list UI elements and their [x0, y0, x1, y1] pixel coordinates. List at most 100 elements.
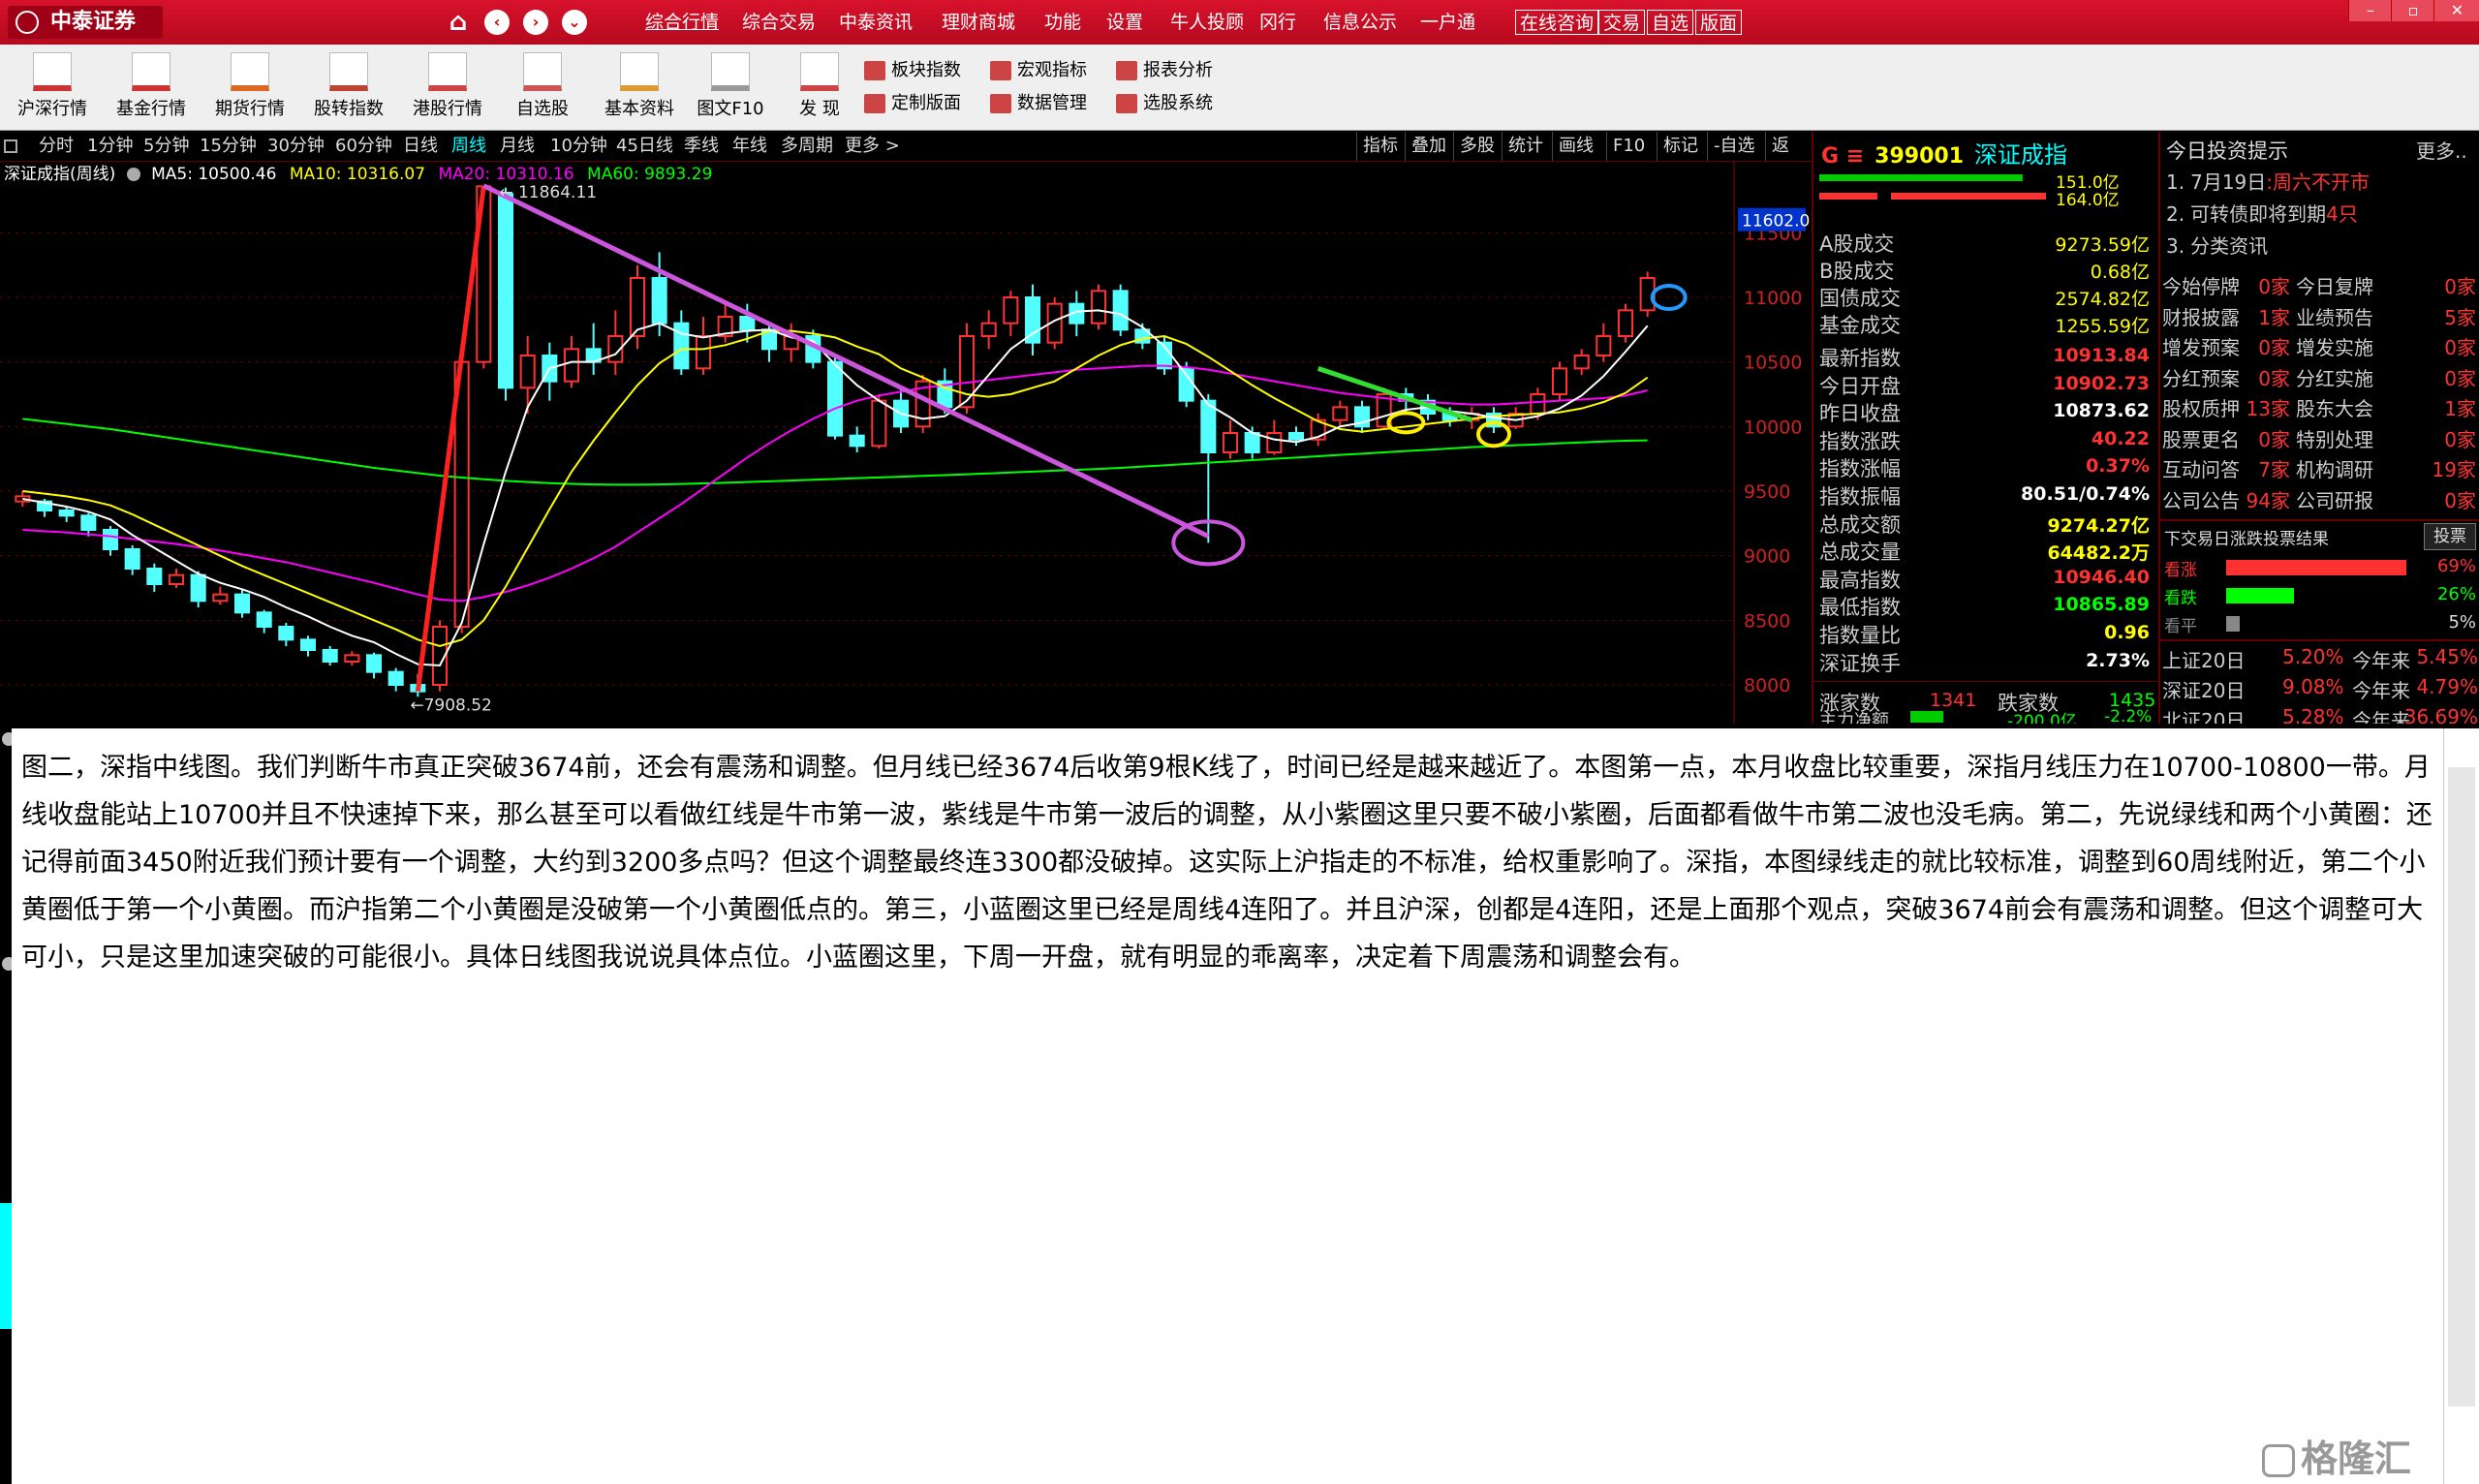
menu-button-3[interactable]: 版面 — [1695, 10, 1743, 35]
event-row[interactable]: 股票更名 0家 特别处理 0家 — [2160, 422, 2479, 451]
chart-tool-tab-7[interactable]: -自选 — [1707, 132, 1761, 161]
menu-button-1[interactable]: 交易 — [1598, 10, 1646, 35]
menu-item-4[interactable]: 功能 — [1044, 0, 1081, 45]
menu-item-2[interactable]: 中泰资讯 — [839, 0, 913, 45]
scrollbar[interactable] — [2443, 728, 2479, 1484]
capital-row: 主力净额 -200.0亿 -2.2% — [1813, 709, 2157, 724]
stat-value: 40.22 — [2091, 427, 2150, 449]
event-row[interactable]: 增发预案 0家 增发实施 0家 — [2160, 330, 2479, 359]
tip-number: 1. — [2166, 170, 2185, 194]
period-tab-1[interactable]: 1分钟 — [87, 132, 133, 161]
toolbar-button-1[interactable]: 基金行情 — [107, 48, 196, 128]
menu-item-5[interactable]: 设置 — [1106, 0, 1143, 45]
stat-row: 深证换手 2.73% — [1813, 648, 2157, 675]
vote-button[interactable]: 投票 — [2424, 523, 2476, 550]
stat-value: 80.51/0.74% — [2021, 483, 2150, 505]
menu-item-0[interactable]: 综合行情 — [645, 0, 719, 45]
event-count: 7家 — [2258, 458, 2290, 481]
period-tab-3[interactable]: 15分钟 — [200, 132, 257, 161]
chart-tool-tab-4[interactable]: 画线 — [1552, 132, 1599, 161]
period-tab-13[interactable]: 多周期 — [781, 132, 833, 161]
chart-tool-tab-8[interactable]: 返回 — [1765, 132, 1812, 185]
panel-toggle-icon[interactable] — [4, 139, 17, 153]
y-tick-label: 9500 — [1744, 481, 1790, 503]
toolbar-small-button-2[interactable]: 宏观指标 — [988, 56, 1087, 85]
toolbar-button-0[interactable]: 沪深行情 — [8, 48, 97, 128]
index-period-label: 今年来 — [2352, 679, 2410, 702]
settings-icon[interactable] — [126, 168, 140, 181]
vote-row: 看涨 69% — [2160, 554, 2479, 581]
event-row[interactable]: 财报披露 1家 业绩预告 5家 — [2160, 300, 2479, 329]
period-tab-4[interactable]: 30分钟 — [267, 132, 325, 161]
chart-tool-tab-1[interactable]: 叠加 — [1405, 132, 1452, 161]
period-tab-11[interactable]: 季线 — [684, 132, 719, 161]
menu-item-1[interactable]: 综合交易 — [742, 0, 816, 45]
back-arrow-icon[interactable]: ‹ — [484, 10, 510, 35]
maximize-button[interactable]: ▫ — [2391, 0, 2434, 21]
event-label: 公司公告 — [2162, 488, 2240, 512]
chart-tool-tab-6[interactable]: 标记 — [1657, 132, 1704, 161]
menu-button-2[interactable]: 自选 — [1647, 10, 1694, 35]
turnover-label: 国债成交 — [1819, 287, 1901, 310]
toolbar-label: 基金行情 — [116, 99, 186, 119]
stat-label: 指数涨幅 — [1819, 457, 1901, 481]
event-row[interactable]: 分红预案 0家 分红实施 0家 — [2160, 361, 2479, 390]
period-tab-7[interactable]: 周线 — [451, 132, 486, 161]
toolbar-button-4[interactable]: 港股行情 — [403, 48, 492, 128]
period-tab-6[interactable]: 日线 — [403, 132, 438, 161]
candle-body — [233, 593, 251, 614]
home-icon[interactable]: ⌂ — [446, 10, 471, 35]
chart-tool-tab-5[interactable]: F10 — [1606, 132, 1651, 161]
period-tab-9[interactable]: 10分钟 — [550, 132, 607, 161]
toolbar-button-2[interactable]: 期货行情 — [205, 48, 294, 128]
chart-tool-tab-3[interactable]: 统计 — [1502, 132, 1549, 161]
toolbar-button-6[interactable]: 基本资料 — [595, 48, 684, 128]
more-link[interactable]: 更多.. — [2416, 136, 2467, 164]
toolbar-button-7[interactable]: 图文F10 — [686, 48, 775, 128]
toolbar-button-3[interactable]: 股转指数 — [304, 48, 393, 128]
toolbar-small-button-1[interactable]: 定制版面 — [862, 89, 961, 118]
turnover-value: 2574.82亿 — [2055, 289, 2150, 310]
period-tab-8[interactable]: 月线 — [500, 132, 535, 161]
candle-body — [849, 434, 865, 448]
minimize-button[interactable]: – — [2348, 0, 2392, 21]
candlestick-chart[interactable]: 115001100010500100009500900085008000← 11… — [0, 162, 1810, 724]
tip-item[interactable]: 1. 7月19日:周六不开市 — [2166, 167, 2370, 195]
chart-tool-tab-0[interactable]: 指标 — [1356, 132, 1404, 161]
toolbar-small-button-5[interactable]: 选股系统 — [1114, 89, 1213, 118]
period-tab-12[interactable]: 年线 — [732, 132, 767, 161]
period-tab-14[interactable]: 更多 > — [845, 132, 900, 161]
turnover-label: B股成交 — [1819, 260, 1895, 283]
menu-item-8[interactable]: 信息公示 — [1323, 0, 1397, 45]
menu-item-9[interactable]: 一户通 — [1420, 0, 1475, 45]
toolbar-button-5[interactable]: 自选股 — [498, 48, 587, 128]
menu-item-3[interactable]: 理财商城 — [942, 0, 1015, 45]
event-row[interactable]: 互动问答 7家 机构调研 19家 — [2160, 452, 2479, 481]
menu-button-0[interactable]: 在线咨询 — [1515, 10, 1599, 35]
period-tab-5[interactable]: 60分钟 — [335, 132, 392, 161]
scrollbar-track[interactable] — [2448, 767, 2475, 1407]
period-tab-0[interactable]: 分时 — [39, 132, 74, 161]
toolbar-small-button-0[interactable]: 板块指数 — [862, 56, 961, 85]
event-row[interactable]: 公司公告 94家 公司研报 0家 — [2160, 483, 2479, 512]
toolbar-button-8[interactable]: 发 现 — [775, 48, 864, 128]
event-label: 今日复牌 — [2296, 275, 2373, 298]
tip-item[interactable]: 3. 分类资讯 — [2166, 231, 2268, 259]
close-button[interactable]: ✕ — [2433, 0, 2479, 21]
event-count: 0家 — [2258, 366, 2290, 390]
menu-item-7[interactable]: 冈行 — [1259, 0, 1296, 45]
toolbar-small-button-4[interactable]: 报表分析 — [1114, 56, 1213, 85]
toolbar-icon — [711, 52, 750, 91]
event-row[interactable]: 今始停牌 0家 今日复牌 0家 — [2160, 269, 2479, 298]
toolbar-small-button-3[interactable]: 数据管理 — [988, 89, 1087, 118]
chart-tool-tab-2[interactable]: 多股 — [1453, 132, 1501, 161]
tip-item[interactable]: 2. 可转债即将到期4只 — [2166, 199, 2358, 227]
forward-arrow-icon[interactable]: › — [523, 10, 548, 35]
period-tab-2[interactable]: 5分钟 — [143, 132, 189, 161]
menu-item-6[interactable]: 牛人投顾 — [1170, 0, 1244, 45]
event-label: 股权质押 — [2162, 397, 2240, 420]
toolbar-small-icon — [1116, 94, 1137, 113]
event-row[interactable]: 股权质押 13家 股东大会 1家 — [2160, 391, 2479, 420]
dropdown-arrow-icon[interactable]: ⌄ — [562, 10, 587, 35]
period-tab-10[interactable]: 45日线 — [616, 132, 673, 161]
